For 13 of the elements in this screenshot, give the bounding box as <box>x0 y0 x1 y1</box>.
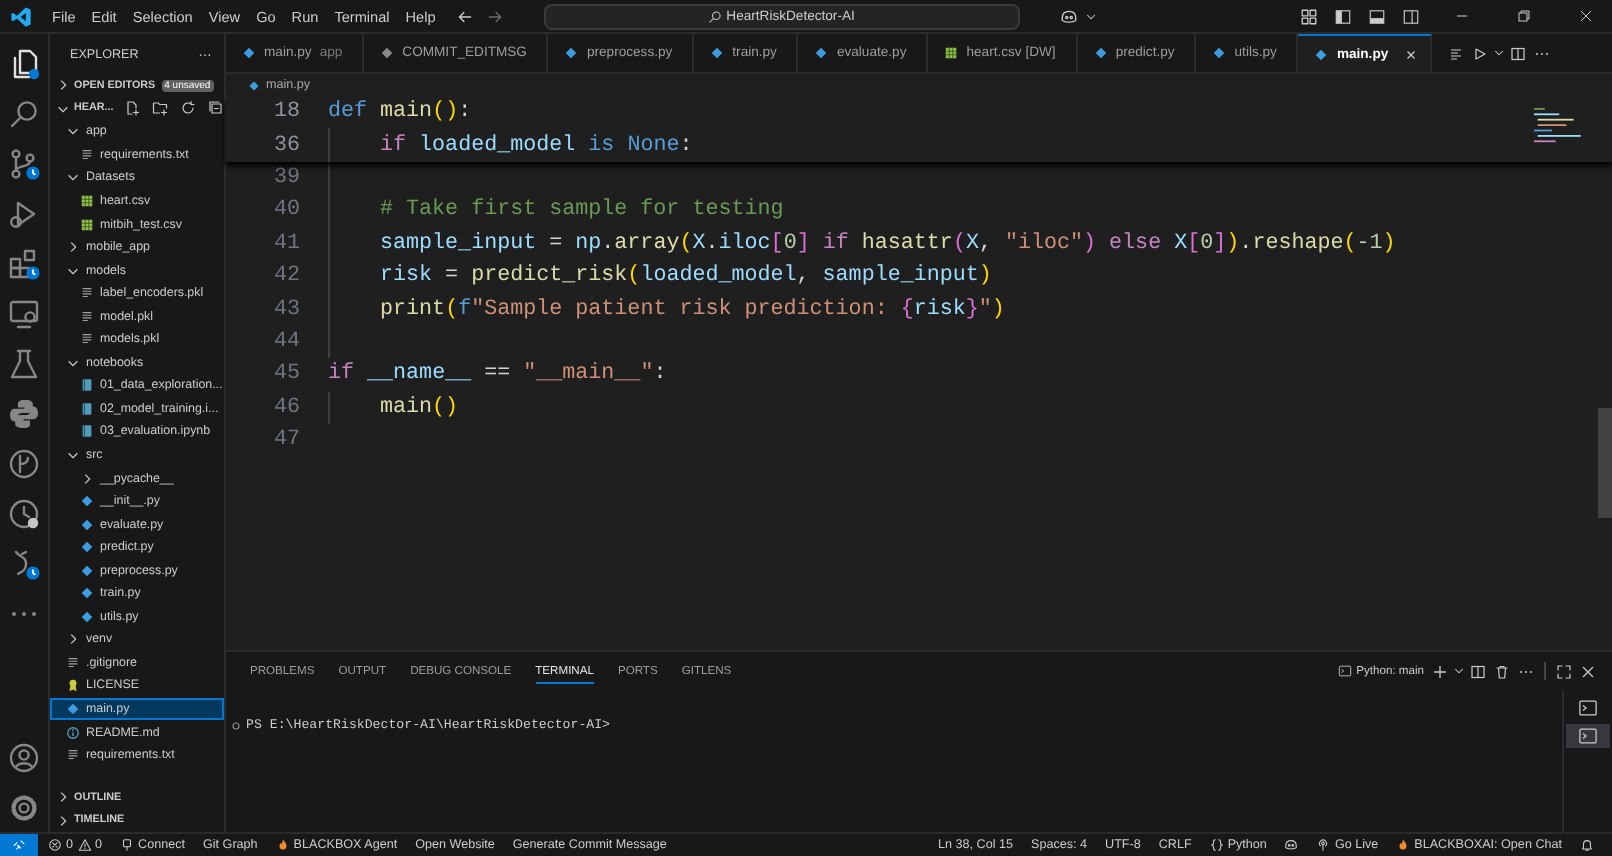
line-number: 45 <box>271 362 300 387</box>
line-number: 46 <box>271 395 300 420</box>
line-number: 44 <box>271 329 300 354</box>
code-line: def main(): <box>328 100 472 125</box>
line-number: 47 <box>271 428 300 453</box>
line-number: 40 <box>271 198 300 223</box>
line-number: 18 <box>271 100 300 125</box>
line-number: 41 <box>271 231 300 256</box>
line-number: 39 <box>271 165 300 190</box>
line-number: 42 <box>271 264 300 289</box>
line-number: 43 <box>271 297 300 322</box>
code-line: if __name__ == "__main__": <box>328 362 667 387</box>
line-number: 36 <box>271 133 300 158</box>
